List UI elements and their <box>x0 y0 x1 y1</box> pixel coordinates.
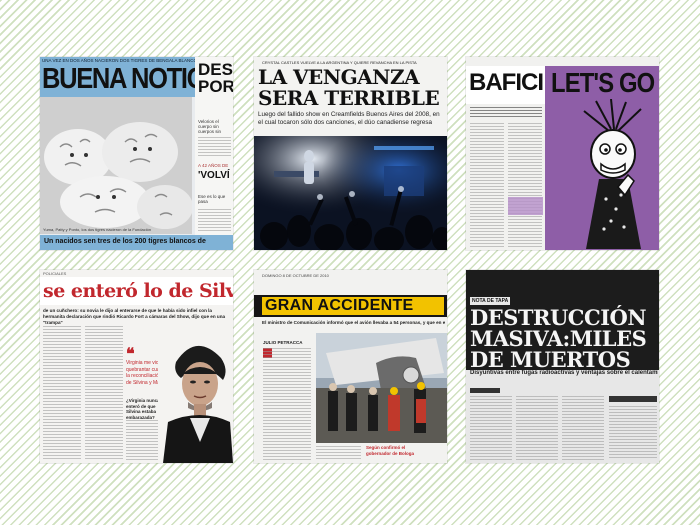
clip4-column-1 <box>43 326 81 460</box>
clip6-kicker: NOTA DE TAPA <box>472 298 509 304</box>
plane-crash-photo <box>316 333 447 443</box>
clip6-headline-line3: DE MUERTOS <box>470 347 631 372</box>
clipping-gran-accidente[interactable]: DOMINGO 8 DE OCTUBRE DE 2010 GRAN ACCIDE… <box>254 270 447 463</box>
concert-photo <box>254 136 447 250</box>
side-column-text <box>198 137 231 157</box>
clip4-lede: de un cuñchero: su novia le dijo al ente… <box>43 308 226 325</box>
clipping-silvi[interactable]: POLICIALES se enteró lo de Silvi de un c… <box>40 270 233 463</box>
clip4-column-2 <box>85 326 123 460</box>
clip1-side-headline: DES POR <box>198 60 233 96</box>
clipping-destruccion-masiva[interactable]: NOTA DE TAPA DESTRUCCIÓN MASIVA:MILES DE… <box>466 270 659 463</box>
man-portrait-photo <box>158 332 233 463</box>
clip3-headline-left: BAFICI <box>469 69 544 96</box>
clip1-side-text: Velorios el cuerpo sin cuerpos sin <box>198 119 222 134</box>
clip5-headline: GRAN ACCIDENTE <box>265 297 414 314</box>
clipping-buena-noticia[interactable]: UNA VEZ EN DOS AÑOS NACIERON DOS TIGRES … <box>40 57 233 250</box>
clip3-column-2 <box>508 123 542 247</box>
clip5-date: DOMINGO 8 DE OCTUBRE DE 2010 <box>262 273 329 278</box>
side-column-text-2 <box>198 209 231 231</box>
clip5-deck: El ministro de Comunicación informó que … <box>262 320 445 325</box>
clip1-side-quote: 'VOLVÍ <box>198 170 230 181</box>
clip3-highlight-box <box>508 197 543 215</box>
tiger-cubs-photo <box>40 97 193 234</box>
clip5-caption: Según confirmó el gobernador de Bologa <box>366 445 415 456</box>
clip5-column-1 <box>263 348 311 460</box>
sidebar-header <box>609 396 657 402</box>
clip3-headline-right: LET'S GO <box>551 67 655 98</box>
clip6-column-4 <box>609 406 657 460</box>
clip2-headline-line2: SERA TERRIBLE <box>258 86 440 110</box>
clip2-deck: Luego del fallido show en Creamfields Bu… <box>258 111 440 126</box>
clip6-column-1 <box>470 396 512 460</box>
clip1-footer: Un nacidos sen tres de los 200 tigres bl… <box>44 238 206 245</box>
clip5-byline: JULIO PETRACCA <box>263 340 303 345</box>
clip6-column-3 <box>562 396 604 460</box>
clip6-column-2 <box>516 396 558 460</box>
clip4-headline: se enteró lo de Silvi <box>43 280 233 302</box>
clip1-side-text2: Ese es lo que pasa <box>198 194 226 204</box>
clip4-section: POLICIALES <box>43 271 67 276</box>
clip5-column-2 <box>316 446 361 460</box>
clip6-deck: Disyuntivas entre fugas radioactivas y v… <box>470 370 658 376</box>
clip3-column-1 <box>470 123 504 247</box>
author-box <box>470 388 500 393</box>
clip1-side-kicker: A 42 AÑOS DE <box>198 163 229 168</box>
punk-cartoon-illustration <box>566 98 656 249</box>
clip3-lead-text <box>470 107 542 119</box>
clip1-caption: Yuma, Patty y Ponto, los dos tigres naci… <box>43 227 152 232</box>
clipping-bafici[interactable]: BAFICI LET'S GO <box>466 57 659 250</box>
clipping-la-venganza[interactable]: CRYSTAL CASTLES VUELVE A LA ARGENTINA Y … <box>254 57 447 250</box>
